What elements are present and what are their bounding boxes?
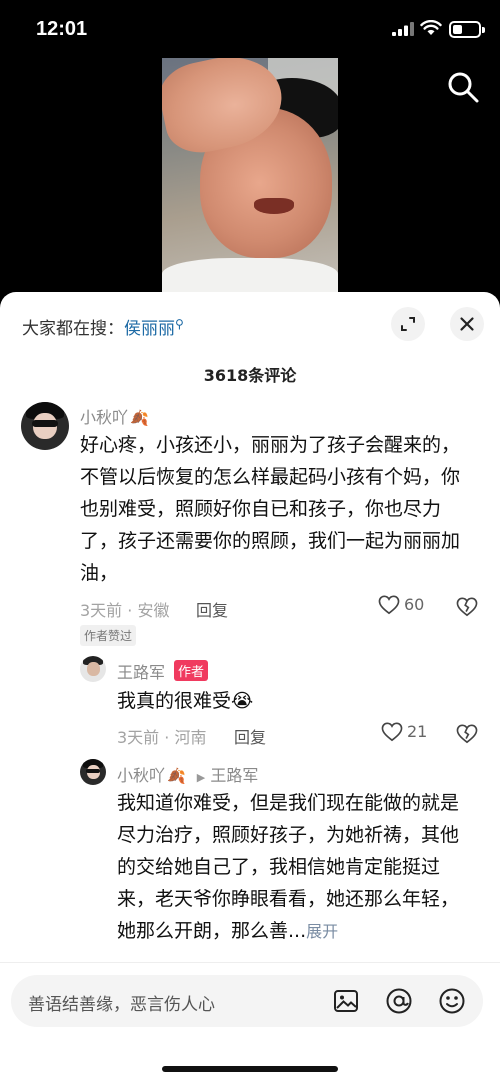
home-indicator: [162, 1066, 338, 1072]
wifi-icon: [420, 20, 442, 35]
reply-button[interactable]: 回复: [234, 724, 266, 748]
expand-text-link[interactable]: 展开: [306, 922, 338, 941]
image-icon[interactable]: [331, 986, 361, 1016]
hot-search-label: 大家都在搜：: [22, 319, 124, 339]
like-count: 21: [407, 722, 428, 741]
comment-input-bar: 善语结善缘，恶言伤人心: [0, 962, 500, 1082]
leaf-icon: 🍂: [167, 767, 186, 785]
like-count: 60: [404, 595, 425, 614]
small-search-icon: ⚲: [175, 317, 184, 331]
video-thumbnail[interactable]: [162, 58, 338, 298]
hot-search[interactable]: 大家都在搜：侯丽丽⚲: [22, 314, 184, 339]
comment-username[interactable]: 小秋吖 🍂: [80, 404, 149, 428]
broken-heart-icon[interactable]: [456, 597, 478, 617]
comment-meta: 3天前 · 安徽: [80, 601, 170, 620]
status-time: 12:01: [36, 18, 88, 40]
at-icon[interactable]: [384, 986, 414, 1016]
avatar[interactable]: [21, 402, 69, 450]
heart-icon: [381, 722, 403, 742]
comment-input-placeholder: 善语结善缘，恶言伤人心: [28, 995, 215, 1015]
hot-search-keyword[interactable]: 侯丽丽: [124, 319, 175, 339]
reply-username[interactable]: 小秋吖 🍂 ▶ 王路军: [117, 762, 258, 786]
reply-meta: 3天前 · 河南: [117, 728, 207, 747]
reply-button[interactable]: 回复: [196, 597, 228, 621]
emoji-icon[interactable]: [437, 986, 467, 1016]
avatar[interactable]: [80, 656, 106, 682]
reply-to-user[interactable]: 王路军: [210, 766, 258, 785]
like-button[interactable]: 21: [381, 722, 427, 742]
search-icon[interactable]: [446, 70, 480, 104]
reply-username[interactable]: 王路军: [117, 659, 165, 683]
author-badge: 作者: [174, 660, 209, 681]
avatar[interactable]: [80, 759, 106, 785]
close-button[interactable]: [450, 307, 484, 341]
leaf-icon: 🍂: [130, 409, 149, 427]
comment-input[interactable]: 善语结善缘，恶言伤人心: [11, 975, 483, 1027]
signal-icon: [392, 22, 414, 36]
broken-heart-icon[interactable]: [456, 724, 478, 744]
expand-button[interactable]: [391, 307, 425, 341]
comment-count: 3618条评论: [203, 366, 297, 385]
heart-icon: [378, 595, 400, 615]
comment-text: 好心疼，小孩还小，丽丽为了孩子会醒来的，不管以后恢复的怎么样最起码小孩有个妈，你…: [80, 434, 461, 584]
battery-icon: [449, 21, 485, 38]
author-liked-badge: 作者赞过: [80, 625, 137, 646]
reply-arrow-icon: ▶: [196, 771, 206, 784]
like-button[interactable]: 60: [378, 595, 424, 615]
reply-text: 我真的很难受😭: [117, 690, 254, 712]
close-icon: [460, 317, 474, 331]
status-bar: 12:01: [0, 0, 500, 60]
reply-text: 我知道你难受，但是我们现在能做的就是尽力治疗，照顾好孩子，为她祈祷，其他的交给她…: [117, 792, 460, 942]
expand-icon: [401, 317, 415, 331]
